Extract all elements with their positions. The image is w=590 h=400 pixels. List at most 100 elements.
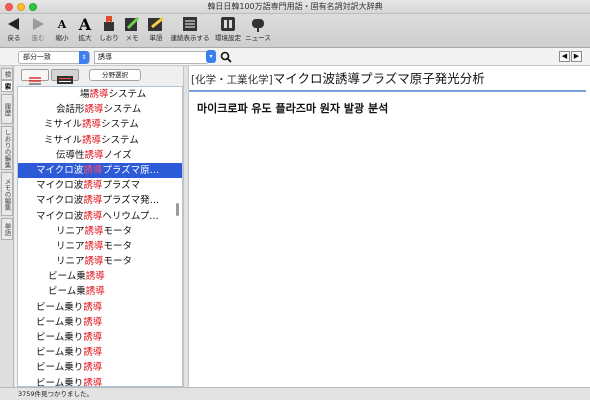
close-window-button[interactable] — [5, 3, 13, 11]
list-item[interactable]: ビーム乗り誘導 — [18, 376, 182, 387]
list-item[interactable]: マイクロ波誘導プラズマ原… — [18, 162, 182, 179]
list-item[interactable]: ビーム乗り誘導 — [18, 360, 182, 375]
tab-search-2[interactable]: 索 — [1, 80, 13, 92]
zoom-window-button[interactable] — [29, 3, 37, 11]
list-item[interactable]: ミサイル誘導システム — [18, 133, 182, 148]
back-arrow-icon — [8, 18, 19, 30]
list-item-prefix: ミサイル — [44, 119, 83, 131]
bookmark-button[interactable]: しおり — [99, 14, 119, 48]
list-item[interactable]: リニア誘導モータ — [18, 224, 182, 239]
list-item-match: 誘導 — [83, 362, 103, 374]
wordbook-button[interactable]: 単語 — [146, 14, 166, 48]
list-item-prefix: リニア — [56, 225, 85, 237]
tab-search-1[interactable]: 検 — [1, 68, 13, 80]
list-item-prefix: ビーム乗り — [36, 377, 84, 387]
list-item-suffix: モータ — [103, 256, 133, 268]
list-item[interactable]: ビーム乗り誘導 — [18, 330, 182, 345]
tab-bookmark-edit[interactable]: しおりの編集 — [1, 126, 13, 170]
list-item[interactable]: リニア誘導モータ — [18, 254, 182, 269]
window-controls — [5, 3, 37, 11]
results-list[interactable]: 場誘導システム 会話形誘導システム ミサイル誘導システム ミサイル誘導システム 伝導性誘… — [17, 86, 183, 387]
wordbook-icon — [148, 16, 164, 31]
list-mode-button[interactable] — [21, 69, 49, 85]
entry-nav: ◀ ▶ — [559, 51, 582, 62]
entry-heading: [化学・工業化学]マイクロ波誘導プラズマ原子発光分析 — [189, 68, 586, 92]
list-scrollbar[interactable] — [176, 203, 179, 216]
prev-entry-button[interactable]: ◀ — [559, 51, 570, 62]
list-item-match: 誘導 — [83, 195, 103, 207]
match-mode-select[interactable]: 部分一致 ⇕ — [18, 51, 90, 64]
list-item[interactable]: ビーム乗り誘導 — [18, 345, 182, 360]
status-bar: 3759件見つかりました。 — [0, 387, 590, 400]
list-item-suffix: プラズマ原… — [102, 164, 160, 176]
detail-list-icon — [57, 76, 73, 84]
category-select[interactable]: ▾ — [206, 50, 216, 64]
next-entry-button[interactable]: ▶ — [571, 51, 582, 62]
list-item[interactable]: 伝導性誘導ノイズ — [18, 148, 182, 163]
news-label: ニュース — [245, 34, 271, 42]
continuous-display-button[interactable]: 連続表示する — [170, 14, 210, 48]
list-item-match: 誘導 — [83, 180, 103, 192]
list-item-match: 誘導 — [83, 301, 103, 313]
list-item-prefix: 伝導性 — [56, 149, 85, 161]
list-item[interactable]: リニア誘導モータ — [18, 239, 182, 254]
shrink-font-button[interactable]: A 縮小 — [54, 14, 70, 48]
list-item[interactable]: 会話形誘導システム — [18, 102, 182, 117]
list-item-suffix: モータ — [103, 225, 133, 237]
list-item-suffix: プラズマ発… — [102, 195, 160, 207]
small-a-icon: A — [57, 17, 67, 31]
list-item-match: 誘導 — [83, 164, 103, 176]
headword: マイクロ波誘導プラズマ原子発光分析 — [272, 71, 485, 86]
search-icon[interactable] — [220, 51, 232, 63]
memo-pencil-icon — [125, 16, 140, 31]
list-item-prefix: リニア — [56, 240, 85, 252]
list-item[interactable]: マイクロ波誘導プラズマ発… — [18, 193, 182, 208]
chevron-down-icon: ▾ — [206, 50, 216, 63]
tab-wordbook[interactable]: 単語 — [1, 218, 13, 240]
forward-arrow-icon — [33, 18, 44, 30]
tab-history[interactable]: 履歴 — [1, 94, 13, 124]
bookmark-label: しおり — [99, 34, 119, 42]
match-mode-value: 部分一致 — [23, 53, 51, 61]
forward-button[interactable]: 進む — [28, 14, 48, 48]
back-label: 戻る — [7, 34, 21, 42]
list-item[interactable]: ビーム乗り誘導 — [18, 315, 182, 330]
list-item[interactable]: ミサイル誘導システム — [18, 117, 182, 132]
settings-button[interactable]: 環境設定 — [215, 14, 241, 48]
list-item-prefix: マイクロ波 — [36, 180, 84, 192]
enlarge-font-button[interactable]: A 拡大 — [76, 14, 94, 48]
list-item[interactable]: ビーム乗り誘導 — [18, 300, 182, 315]
list-item-suffix: システム — [101, 119, 139, 131]
back-button[interactable]: 戻る — [4, 14, 24, 48]
search-query-value: 誘導 — [98, 53, 112, 61]
list-item-prefix: マイクロ波 — [36, 210, 84, 222]
status-text: 3759件見つかりました。 — [18, 390, 94, 398]
search-input[interactable]: 誘導 — [94, 51, 214, 64]
list-item-suffix: ヘリウムプ… — [102, 210, 159, 222]
chevron-updown-icon: ⇕ — [79, 51, 89, 64]
list-item-match: 誘導 — [82, 134, 102, 146]
search-bar: 部分一致 ⇕ 誘導 ▾ ◀ ▶ — [0, 48, 590, 66]
memo-button[interactable]: メモ — [123, 14, 141, 48]
list-item[interactable]: 場誘導システム — [18, 87, 182, 102]
entry-view: [化学・工業化学]マイクロ波誘導プラズマ原子発光分析 마이크로파 유도 플라즈마… — [189, 66, 590, 387]
list-item-prefix: ビーム乗り — [36, 301, 84, 313]
settings-switch-icon — [221, 17, 235, 31]
list-item[interactable]: ビーム乗誘導 — [18, 269, 182, 284]
list-item-prefix: ビーム乗り — [36, 362, 84, 374]
list-item[interactable]: マイクロ波誘導プラズマ — [18, 178, 182, 193]
list-item-prefix: ビーム乗 — [48, 286, 86, 298]
news-button[interactable]: ニュース — [245, 14, 271, 48]
split-select-button[interactable]: 分野選択 — [89, 69, 141, 81]
list-item-prefix: マイクロ波 — [36, 164, 84, 176]
list-item[interactable]: マイクロ波誘導ヘリウムプ… — [18, 209, 182, 224]
minimize-window-button[interactable] — [17, 3, 25, 11]
wordbook-label: 単語 — [149, 34, 163, 42]
list-item-match: 誘導 — [83, 316, 103, 328]
list-item-suffix: ノイズ — [103, 149, 132, 161]
large-a-icon: A — [78, 14, 92, 34]
toolbar: 戻る 進む A 縮小 A 拡大 しおり メモ 単語 連続表示する 環境設定 ニュ… — [0, 14, 590, 48]
detail-mode-button[interactable] — [51, 69, 79, 84]
list-item[interactable]: ビーム乗誘導 — [18, 284, 182, 299]
tab-memo-edit[interactable]: メモの編集 — [1, 172, 13, 216]
